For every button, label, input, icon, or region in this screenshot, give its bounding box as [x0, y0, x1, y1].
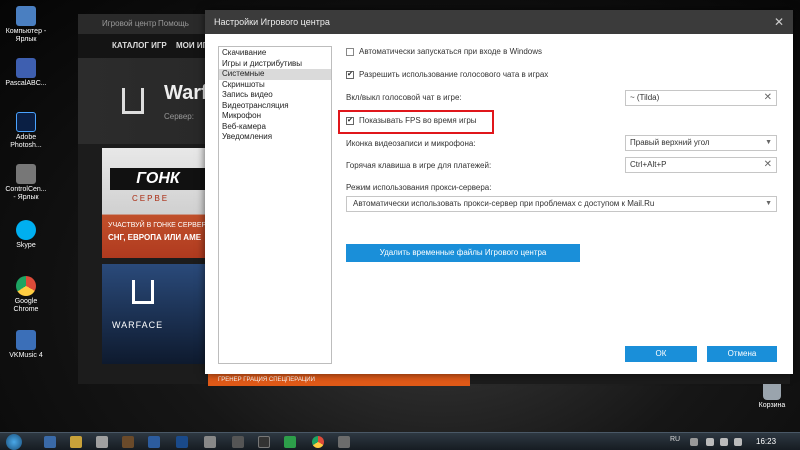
race-banner-line: СНГ, ЕВРОПА ИЛИ АМЕ	[108, 233, 202, 242]
warface-banner-title: WARFACE	[112, 320, 164, 330]
game-center-title: Игровой центр	[102, 19, 157, 28]
taskbar-media-icon[interactable]	[96, 436, 108, 448]
taskbar-terminal-icon[interactable]	[258, 436, 270, 448]
nav-my-games[interactable]: МОИ ИГ	[176, 34, 207, 58]
desktop-icon-label: Adobe Photosh...	[10, 134, 42, 149]
proxy-value: Автоматически использовать прокси-сервер…	[353, 199, 655, 208]
desktop-icon-label: Корзина	[758, 402, 786, 409]
dialog-title: Настройки Игрового центра	[205, 10, 793, 34]
voice-hotkey-label: Вкл/выкл голосовой чат в игре:	[346, 93, 462, 102]
close-icon[interactable]: ✕	[774, 15, 784, 29]
pascalabc-icon	[16, 58, 36, 78]
voice-hotkey-value: ~ (Tilda)	[630, 93, 660, 102]
settings-sidebar: Скачивание Игры и дистрибутивы Системные…	[218, 46, 332, 364]
taskbar-chrome-icon[interactable]	[312, 436, 324, 448]
sidebar-item-streaming[interactable]: Видеотрансляция	[219, 101, 331, 112]
taskbar-app-icon[interactable]	[122, 436, 134, 448]
delete-temp-files-button[interactable]: Удалить временные файлы Игрового центра	[346, 244, 580, 262]
tray-arrow-icon[interactable]	[690, 438, 698, 446]
payment-hotkey-value: Ctrl+Alt+P	[630, 160, 667, 169]
promo-strip[interactable]: ГРЕНЕР ГРАЦИЯ СПЕЦПЕРАЦИИ	[208, 374, 470, 386]
desktop-icon-chrome[interactable]: Google Chrome	[4, 276, 48, 314]
chevron-down-icon: ▼	[765, 139, 772, 146]
sidebar-item-screenshots[interactable]: Скриншоты	[219, 80, 331, 91]
start-button[interactable]	[6, 434, 22, 450]
sidebar-item-notifications[interactable]: Уведомления	[219, 132, 331, 143]
voice-chat-checkbox[interactable]: ✔	[346, 71, 354, 79]
desktop-icon-label: Google Chrome	[13, 298, 39, 313]
desktop-icon-skype[interactable]: Skype	[4, 220, 48, 250]
taskbar: RU 16:23	[0, 432, 800, 450]
proxy-select[interactable]: Автоматически использовать прокси-сервер…	[346, 196, 777, 212]
help-menu[interactable]: Помощь	[158, 14, 189, 34]
clear-icon[interactable]: ✕	[764, 158, 772, 172]
desktop-icon-label: VKMusic 4	[9, 352, 43, 359]
race-banner-line: УЧАСТВУЙ В ГОНКЕ СЕРВЕР	[108, 222, 207, 229]
warface-logo-icon	[122, 88, 144, 114]
voice-chat-label: Разрешить использование голосового чата …	[359, 70, 549, 79]
settings-dialog: Настройки Игрового центра ✕ Скачивание И…	[205, 10, 793, 374]
voice-hotkey-field[interactable]: ~ (Tilda) ✕	[625, 90, 777, 106]
autostart-checkbox[interactable]	[346, 48, 354, 56]
record-icon-select[interactable]: Правый верхний угол ▼	[625, 135, 777, 151]
race-banner-subtitle: СЕРВЕ	[132, 194, 170, 203]
taskbar-explorer-icon[interactable]	[44, 436, 56, 448]
network-icon[interactable]	[706, 438, 714, 446]
race-banner-title: ГОНК	[110, 168, 206, 190]
sidebar-item-microphone[interactable]: Микрофон	[219, 111, 331, 122]
desktop-icon-recycle-bin[interactable]: Корзина	[752, 380, 792, 409]
chrome-icon	[16, 276, 36, 296]
taskbar-photoshop-icon[interactable]	[176, 436, 188, 448]
payment-hotkey-label: Горячая клавиша в игре для платежей:	[346, 161, 492, 170]
desktop-icon-label: Компьютер - Ярлык	[5, 28, 47, 43]
taskbar-whatsapp-icon[interactable]	[284, 436, 296, 448]
record-icon-value: Правый верхний угол	[630, 138, 710, 147]
sidebar-item-downloads[interactable]: Скачивание	[219, 48, 331, 59]
sidebar-item-system[interactable]: Системные	[219, 69, 331, 80]
proxy-label: Режим использования прокси-сервера:	[346, 183, 492, 192]
ok-button[interactable]: ОК	[625, 346, 697, 362]
skype-icon	[16, 220, 36, 240]
server-label: Сервер:	[164, 112, 194, 121]
photoshop-icon	[16, 112, 36, 132]
highlight-frame	[338, 110, 494, 134]
taskbar-clock[interactable]: 16:23	[756, 437, 776, 446]
desktop-icon-vkmusic[interactable]: VKMusic 4	[4, 330, 48, 360]
sidebar-item-webcam[interactable]: Веб-камера	[219, 122, 331, 133]
sidebar-item-games[interactable]: Игры и дистрибутивы	[219, 59, 331, 70]
clear-icon[interactable]: ✕	[764, 91, 772, 105]
desktop-icon-label: ControlCen... - Ярлык	[5, 186, 47, 201]
record-icon-label: Иконка видеозаписи и микрофона:	[346, 139, 476, 148]
desktop-icon-computer[interactable]: Компьютер - Ярлык	[4, 6, 48, 44]
volume-icon[interactable]	[720, 438, 728, 446]
computer-icon	[16, 6, 36, 26]
warface-banner[interactable]: WARFACE	[102, 264, 210, 364]
vkmusic-icon	[16, 330, 36, 350]
chevron-down-icon: ▼	[765, 200, 772, 207]
cancel-button[interactable]: Отмена	[707, 346, 777, 362]
flag-icon[interactable]	[734, 438, 742, 446]
race-banner[interactable]: ГОНК СЕРВЕ УЧАСТВУЙ В ГОНКЕ СЕРВЕР СНГ, …	[102, 148, 210, 258]
warface-logo-icon	[132, 280, 154, 304]
taskbar-gamecenter-icon[interactable]	[338, 436, 350, 448]
controlcenter-icon	[16, 164, 36, 184]
taskbar-app2-icon[interactable]	[232, 436, 244, 448]
autostart-label: Автоматически запускаться при входе в Wi…	[359, 47, 543, 56]
desktop-icon-label: Skype	[16, 242, 36, 249]
desktop-icon-pascalabc[interactable]: PascalABC...	[4, 58, 48, 88]
taskbar-mail-icon[interactable]	[204, 436, 216, 448]
payment-hotkey-field[interactable]: Ctrl+Alt+P ✕	[625, 157, 777, 173]
desktop-icon-controlcenter[interactable]: ControlCen... - Ярлык	[4, 164, 48, 202]
language-indicator[interactable]: RU	[670, 436, 680, 443]
desktop-icon-photoshop[interactable]: Adobe Photosh...	[4, 112, 48, 150]
game-title: Warf	[164, 82, 208, 104]
desktop-icon-label: PascalABC...	[5, 80, 47, 87]
taskbar-pascal-icon[interactable]	[148, 436, 160, 448]
taskbar-folder-icon[interactable]	[70, 436, 82, 448]
nav-catalog[interactable]: КАТАЛОГ ИГР	[112, 34, 167, 58]
sidebar-item-video-recording[interactable]: Запись видео	[219, 90, 331, 101]
